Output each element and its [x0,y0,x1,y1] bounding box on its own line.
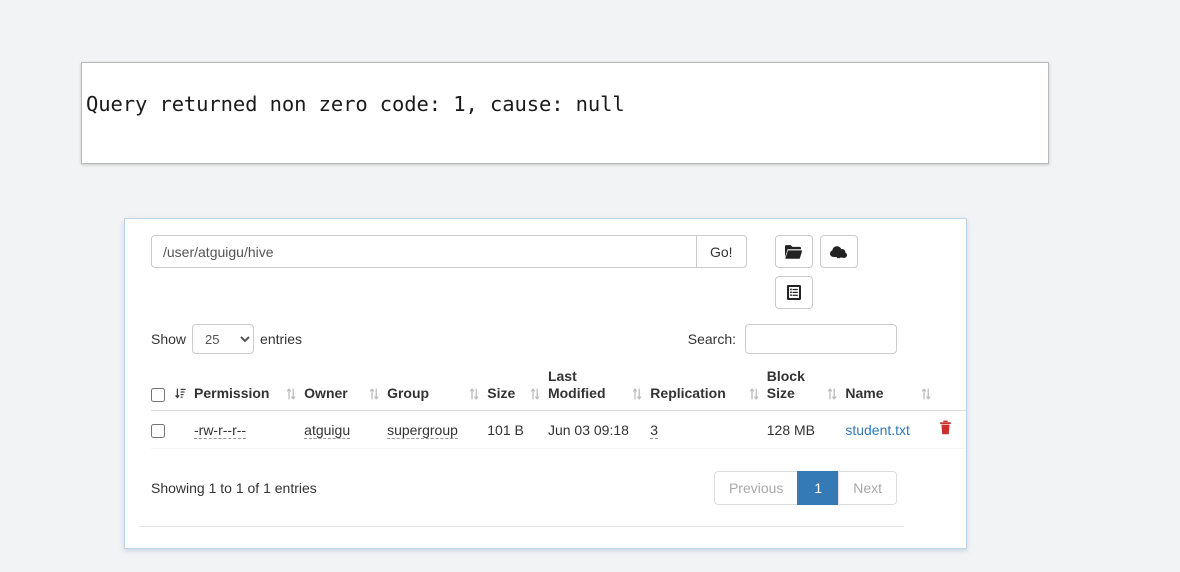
header-group-label: Group [387,385,430,401]
pagination-page-1[interactable]: 1 [797,471,839,505]
header-name[interactable]: Name [845,365,940,411]
cell-block-size: 128 MB [766,410,846,449]
entries-label: entries [260,331,303,347]
search-label: Search: [687,331,736,347]
sort-both-icon[interactable] [530,388,540,402]
sort-both-icon[interactable] [921,388,931,402]
header-block-size-wrap: Block Size [767,368,838,402]
table-head: Permission Owner Group Size Last Modifie… [151,365,966,411]
header-owner-wrap: Owner [304,385,379,402]
header-group-wrap: Group [387,385,479,402]
header-last-modified[interactable]: Last Modified [547,365,651,411]
path-toolbar: Go! [151,235,858,309]
header-replication-wrap: Replication [650,385,759,402]
new-directory-button[interactable] [774,235,813,268]
row-select-cell[interactable] [151,410,194,449]
cut-paste-icon [786,284,802,301]
sort-both-icon[interactable] [749,388,759,402]
header-block-size[interactable]: Block Size [766,365,846,411]
cell-actions[interactable] [939,410,966,449]
owner-value[interactable]: atguigu [304,421,351,439]
toolbar-row-top [774,235,858,268]
cell-owner[interactable]: atguigu [304,410,388,449]
sort-both-icon[interactable] [369,388,379,402]
pagination-previous[interactable]: Previous [713,471,798,505]
header-last-modified-line1: Last [547,368,577,384]
sort-both-icon[interactable] [469,388,479,402]
file-name-link[interactable]: student.txt [845,422,910,438]
table-footer: Showing 1 to 1 of 1 entries Previous 1 N… [151,471,897,505]
table-controls: Show 25 50 100 entries Search: [151,324,897,354]
cell-permission[interactable]: -rw-r--r-- [194,410,305,449]
table-header-row: Permission Owner Group Size Last Modifie… [151,365,966,411]
search-filter-control: Search: [688,324,897,354]
entries-select[interactable]: 25 50 100 [192,324,255,354]
header-block-size-line2: Size [766,385,795,401]
header-owner-label: Owner [304,385,348,401]
sort-descending-icon[interactable] [175,388,186,402]
path-input-group: Go! [151,235,747,268]
directory-path-input[interactable] [151,235,696,268]
header-block-size-label: Block Size [767,368,805,402]
sort-both-icon[interactable] [827,388,837,402]
header-replication-label: Replication [650,385,726,401]
header-replication[interactable]: Replication [650,365,767,411]
search-input[interactable] [745,324,897,354]
terminal-window[interactable]: Query returned non zero code: 1, cause: … [81,62,1049,164]
replication-value[interactable]: 3 [650,421,659,439]
header-last-modified-line2: Modified [547,385,606,401]
panel-divider [139,526,904,527]
pagination-next[interactable]: Next [838,471,897,505]
upload-file-icon [829,244,848,260]
header-size-wrap: Size [487,385,540,402]
entries-length-control: Show 25 50 100 entries [151,324,302,354]
go-button[interactable]: Go! [696,235,747,268]
header-select-all-wrap [151,388,186,402]
cut-paste-button[interactable] [774,276,813,309]
select-all-checkbox[interactable] [151,388,165,402]
header-group[interactable]: Group [387,365,488,411]
hdfs-browser-panel: Go! [124,218,967,549]
file-listing-table: Permission Owner Group Size Last Modifie… [151,365,966,449]
show-label: Show [151,331,187,347]
header-owner[interactable]: Owner [304,365,388,411]
header-permission-label: Permission [194,385,270,401]
header-last-modified-label: Last Modified [548,368,606,402]
cell-name[interactable]: student.txt [845,410,940,449]
table-info: Showing 1 to 1 of 1 entries [151,480,317,496]
permission-value[interactable]: -rw-r--r-- [194,421,247,439]
cell-size: 101 B [487,410,548,449]
cell-replication[interactable]: 3 [650,410,767,449]
terminal-line-0: Query returned non zero code: 1, cause: … [86,92,625,116]
upload-file-button[interactable] [819,235,858,268]
cell-group[interactable]: supergroup [387,410,488,449]
trash-icon[interactable] [939,420,952,439]
header-name-label: Name [845,385,884,401]
sort-both-icon[interactable] [286,388,296,402]
sort-both-icon[interactable] [632,388,642,402]
row-checkbox[interactable] [151,423,165,438]
cell-last-modified: Jun 03 09:18 [547,410,651,449]
toolbar-row-bottom [774,276,858,309]
header-name-wrap: Name [845,385,931,402]
new-directory-icon [784,244,803,260]
header-permission[interactable]: Permission [194,365,305,411]
header-actions [939,365,966,411]
pagination: Previous 1 Next [713,471,897,505]
table-body: -rw-r--r-- atguigu supergroup 101 B Jun … [151,410,966,449]
table-row[interactable]: -rw-r--r-- atguigu supergroup 101 B Jun … [151,410,966,449]
header-block-size-line1: Block [766,368,805,384]
header-select-all[interactable] [151,365,194,411]
header-permission-wrap: Permission [194,385,296,402]
terminal-output: Query returned non zero code: 1, cause: … [86,63,955,163]
group-value[interactable]: supergroup [387,421,458,439]
header-last-modified-wrap: Last Modified [548,368,642,402]
header-size-label: Size [487,385,516,401]
header-size[interactable]: Size [487,365,548,411]
toolbar-buttons [774,235,858,309]
